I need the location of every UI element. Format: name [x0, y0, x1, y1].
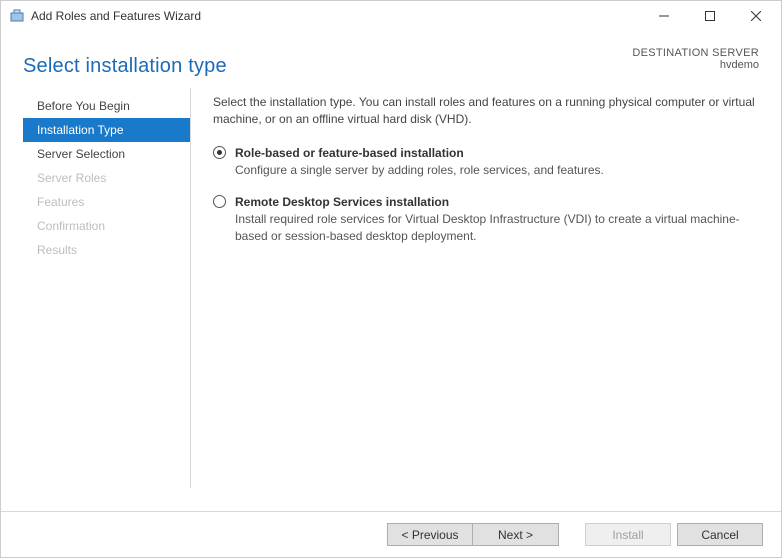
minimize-button[interactable]	[641, 1, 687, 31]
option-rds-desc: Install required role services for Virtu…	[235, 211, 759, 246]
wizard-content: Select the installation type. You can in…	[191, 88, 781, 488]
nav-results: Results	[23, 238, 190, 262]
option-rds-body: Remote Desktop Services installation Ins…	[235, 194, 759, 246]
destination-server-label: DESTINATION SERVER	[632, 47, 759, 59]
nav-server-roles: Server Roles	[23, 166, 190, 190]
window-controls	[641, 1, 779, 31]
destination-server-value: hvdemo	[632, 59, 759, 71]
destination-server-block: DESTINATION SERVER hvdemo	[632, 45, 759, 71]
nav-installation-type[interactable]: Installation Type	[23, 118, 190, 142]
nav-before-you-begin[interactable]: Before You Begin	[23, 94, 190, 118]
radio-role-based-holder[interactable]	[213, 145, 235, 164]
window-title: Add Roles and Features Wizard	[31, 9, 201, 23]
nav-confirmation: Confirmation	[23, 214, 190, 238]
option-role-based-body: Role-based or feature-based installation…	[235, 145, 759, 180]
close-button[interactable]	[733, 1, 779, 31]
wizard-header: Select installation type DESTINATION SER…	[1, 31, 781, 88]
cancel-button[interactable]: Cancel	[677, 523, 763, 546]
nav-features: Features	[23, 190, 190, 214]
wizard-footer: < Previous Next > Install Cancel	[1, 511, 781, 557]
wizard-icon	[9, 8, 25, 24]
titlebar: Add Roles and Features Wizard	[1, 1, 781, 31]
option-role-based[interactable]: Role-based or feature-based installation…	[213, 145, 759, 180]
wizard-body: Before You Begin Installation Type Serve…	[1, 88, 781, 488]
option-role-based-desc: Configure a single server by adding role…	[235, 162, 759, 179]
page-title: Select installation type	[23, 55, 227, 78]
radio-rds[interactable]	[213, 195, 226, 208]
radio-rds-holder[interactable]	[213, 194, 235, 213]
install-button: Install	[585, 523, 671, 546]
option-rds-title: Remote Desktop Services installation	[235, 194, 759, 211]
nav-server-selection[interactable]: Server Selection	[23, 142, 190, 166]
wizard-sidebar: Before You Begin Installation Type Serve…	[23, 88, 191, 488]
maximize-button[interactable]	[687, 1, 733, 31]
next-button[interactable]: Next >	[473, 523, 559, 546]
option-rds[interactable]: Remote Desktop Services installation Ins…	[213, 194, 759, 246]
radio-role-based[interactable]	[213, 146, 226, 159]
option-role-based-title: Role-based or feature-based installation	[235, 145, 759, 162]
previous-button[interactable]: < Previous	[387, 523, 473, 546]
intro-text: Select the installation type. You can in…	[213, 94, 759, 129]
